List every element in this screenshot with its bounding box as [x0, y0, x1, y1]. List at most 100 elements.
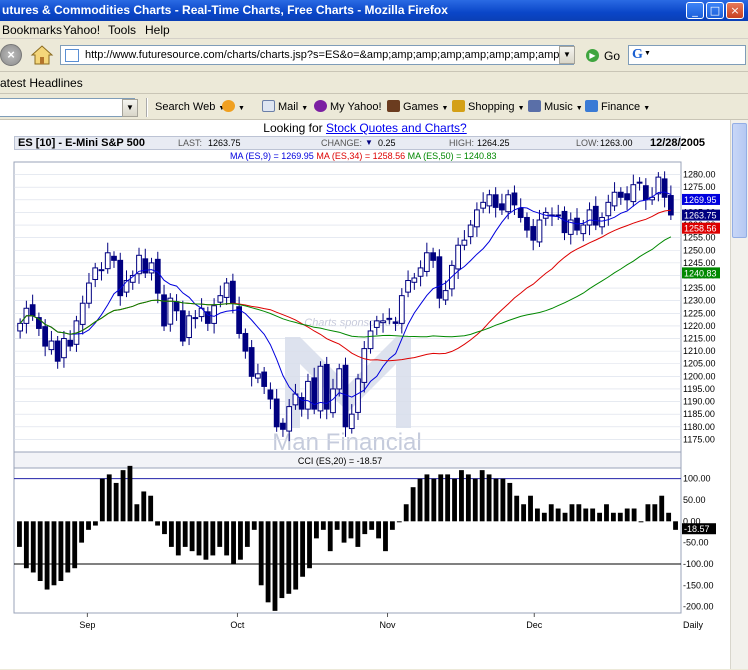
x-tick-label: Oct	[230, 620, 245, 630]
go-icon[interactable]: ▶	[586, 49, 599, 62]
cci-bar	[652, 504, 658, 522]
my-yahoo-icon	[314, 100, 327, 112]
candle-up	[386, 317, 393, 320]
cci-bar	[30, 521, 36, 573]
candle-up	[61, 338, 67, 359]
candle-down	[436, 256, 443, 299]
candle-up	[605, 201, 612, 217]
candle-down	[298, 397, 305, 410]
maximize-button[interactable]: □	[706, 2, 724, 19]
close-button[interactable]: ×	[726, 2, 744, 19]
cci-bar	[258, 521, 264, 586]
candle-down	[617, 191, 624, 198]
candle-up	[336, 368, 343, 390]
candle-up	[636, 181, 643, 184]
music-button[interactable]: Music ▼	[528, 99, 583, 116]
cci-tick-label: -50.00	[683, 538, 709, 548]
cci-bar	[638, 521, 644, 523]
yahoo-search-dropdown[interactable]: ▼	[122, 99, 138, 117]
cci-bar	[217, 521, 223, 547]
cci-bar	[334, 521, 340, 530]
cci-tick-label: 100.00	[683, 474, 711, 484]
yahoo-highlight-button[interactable]: ▼	[222, 99, 245, 116]
price-tag-label: 1263.75	[684, 211, 717, 221]
finance-button[interactable]: Finance ▼	[585, 99, 650, 116]
candle-up	[398, 295, 405, 324]
cci-bar	[569, 504, 575, 522]
games-button[interactable]: Games ▼	[387, 99, 448, 116]
cci-tick-label: -200.00	[683, 602, 714, 612]
candle-up	[17, 322, 24, 332]
cci-bar	[659, 495, 665, 522]
cci-bar	[403, 504, 409, 522]
finance-icon	[585, 100, 598, 112]
cci-bar	[99, 478, 105, 522]
cci-bar	[279, 521, 285, 599]
cci-bar	[410, 487, 416, 522]
cci-bar	[86, 521, 91, 530]
price-tick-label: 1210.00	[683, 346, 716, 356]
price-tick-label: 1195.00	[683, 384, 715, 394]
cci-bar	[507, 482, 513, 522]
shopping-button[interactable]: Shopping ▼	[452, 99, 525, 116]
minimize-button[interactable]: _	[686, 2, 704, 19]
url-input[interactable]: http://www.futuresource.com/charts/chart…	[60, 45, 574, 65]
candle-up	[48, 340, 55, 351]
search-engine-box[interactable]: G ▼	[628, 45, 746, 65]
cci-bar	[238, 521, 243, 560]
candle-down	[592, 205, 599, 226]
go-button[interactable]: Go	[604, 49, 620, 63]
cci-bar	[528, 495, 533, 522]
candle-down	[280, 422, 286, 430]
candle-down	[392, 321, 399, 324]
yahoo-search-input[interactable]	[0, 98, 135, 117]
menu-yahoo[interactable]: Yahoo!	[63, 23, 100, 37]
cci-bar	[286, 521, 292, 594]
candle-up	[167, 297, 174, 325]
chart-header: ES [10] - E-Mini S&P 500 LAST: 1263.75 C…	[14, 136, 681, 150]
home-icon[interactable]	[30, 43, 54, 67]
candle-down	[154, 258, 161, 294]
search-web-button[interactable]: Search Web ▼	[155, 99, 225, 116]
price-tick-label: 1225.00	[683, 308, 716, 318]
candle-up	[367, 330, 374, 350]
cci-bar	[631, 508, 637, 522]
scrollbar-thumb[interactable]	[732, 123, 747, 238]
bookmarks-toolbar: atest Headlines	[0, 73, 748, 94]
cci-bar	[37, 521, 43, 582]
stop-icon[interactable]: ×	[0, 44, 22, 66]
my-yahoo-button[interactable]: My Yahoo!	[314, 99, 382, 116]
candle-up	[348, 413, 355, 430]
cci-bar	[459, 470, 464, 522]
menu-tools[interactable]: Tools	[108, 23, 136, 37]
mail-button[interactable]: Mail ▼	[262, 99, 308, 116]
cci-bar	[583, 508, 589, 522]
candle-up	[455, 244, 462, 270]
cci-bar	[120, 470, 126, 522]
cci-bar	[431, 478, 437, 522]
cci-bar	[272, 521, 278, 611]
candle-up	[586, 209, 593, 226]
candle-up	[655, 176, 662, 195]
candle-down	[229, 280, 236, 304]
menu-help[interactable]: Help	[145, 23, 170, 37]
cci-bar	[162, 521, 167, 535]
stock-quotes-link[interactable]: Stock Quotes and Charts?	[326, 121, 467, 135]
url-history-dropdown[interactable]: ▼	[559, 46, 575, 64]
candle-down	[661, 178, 668, 198]
candle-up	[630, 184, 637, 203]
vertical-scrollbar[interactable]	[730, 120, 748, 669]
candle-up	[361, 348, 368, 383]
candle-up	[317, 365, 324, 412]
bookmark-latest-headlines[interactable]: atest Headlines	[0, 73, 83, 94]
cci-bar	[424, 474, 430, 522]
cci-bar	[148, 495, 154, 522]
menu-bar: Bookmarks Yahoo! Tools Help	[0, 21, 748, 39]
menu-bookmarks[interactable]: Bookmarks	[2, 23, 62, 37]
price-tag-label: 1258.56	[684, 224, 717, 234]
price-tick-label: 1175.00	[683, 434, 715, 444]
highlight-icon	[222, 100, 235, 112]
candle-down	[42, 326, 49, 347]
candle-up	[255, 373, 261, 379]
candle-up	[423, 252, 430, 272]
